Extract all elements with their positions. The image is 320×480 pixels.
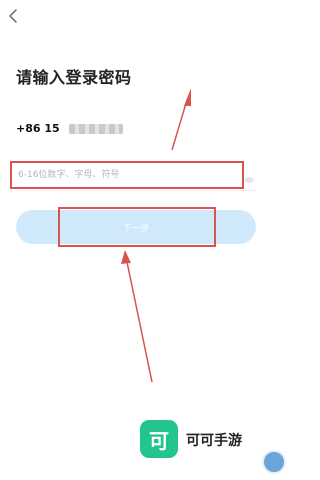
show-password-toggle[interactable] (244, 170, 254, 183)
arrow-to-next-button (121, 250, 153, 383)
floating-avatar[interactable] (262, 450, 286, 474)
arrow-to-password-field (171, 88, 191, 151)
brand-logo-glyph: 可 (149, 428, 169, 453)
phone-number: +86 15 (16, 118, 123, 135)
brand-name: 可可手游 (186, 433, 242, 449)
page-title: 请输入登录密码 (16, 68, 132, 87)
phone-prefix: +86 15 (16, 122, 60, 135)
back-button[interactable] (6, 8, 22, 24)
eye-icon (244, 177, 254, 183)
brand-logo: 可 (140, 420, 178, 458)
chevron-left-icon (9, 9, 17, 23)
password-underline (16, 190, 256, 191)
next-button[interactable]: 下一步 (16, 210, 256, 244)
password-highlight-box (10, 161, 244, 189)
phone-masked-digits (68, 123, 123, 134)
